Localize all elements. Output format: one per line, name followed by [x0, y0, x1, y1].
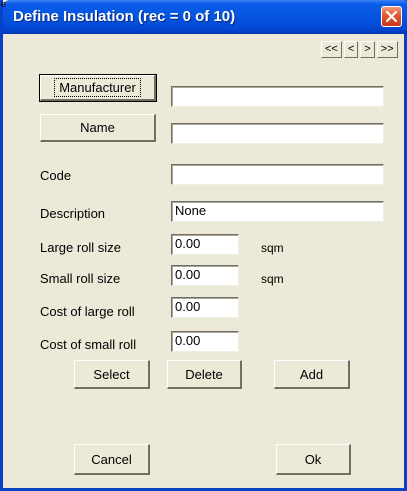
- select-button[interactable]: Select: [74, 360, 150, 389]
- description-field[interactable]: None: [171, 201, 384, 222]
- title-bar[interactable]: Define Insulation (rec = 0 of 10): [3, 0, 407, 34]
- code-field[interactable]: [171, 164, 384, 185]
- name-button[interactable]: Name: [40, 114, 156, 142]
- last-record-button[interactable]: >>: [376, 41, 398, 58]
- next-record-button[interactable]: >: [360, 41, 375, 58]
- small-roll-size-unit: sqm: [261, 272, 284, 286]
- cost-small-roll-label: Cost of small roll: [40, 337, 137, 352]
- cancel-button[interactable]: Cancel: [74, 444, 150, 475]
- delete-button[interactable]: Delete: [167, 360, 242, 389]
- first-record-button[interactable]: <<: [321, 41, 342, 58]
- manufacturer-field[interactable]: [171, 86, 384, 107]
- record-navigator: << < > >>: [321, 41, 398, 58]
- large-roll-size-label: Large roll size: [40, 240, 121, 255]
- cost-large-roll-field[interactable]: 0.00: [171, 297, 239, 318]
- name-field[interactable]: [171, 123, 384, 144]
- add-button[interactable]: Add: [274, 360, 350, 389]
- large-roll-size-unit: sqm: [261, 241, 284, 255]
- code-label: Code: [40, 168, 72, 183]
- define-insulation-dialog: Define Insulation (rec = 0 of 10) << < >…: [0, 0, 407, 491]
- ok-button[interactable]: Ok: [276, 444, 351, 475]
- window-title: Define Insulation (rec = 0 of 10): [13, 8, 236, 25]
- manufacturer-button-label: Manufacturer: [54, 78, 141, 97]
- description-label: Description: [40, 206, 106, 221]
- previous-record-button[interactable]: <: [343, 41, 359, 58]
- close-icon: [386, 11, 397, 22]
- cost-small-roll-field[interactable]: 0.00: [171, 331, 239, 352]
- corner-marker: e: [1, 0, 7, 9]
- manufacturer-button[interactable]: Manufacturer: [39, 74, 157, 102]
- close-button[interactable]: [381, 6, 402, 27]
- large-roll-size-field[interactable]: 0.00: [171, 234, 239, 255]
- small-roll-size-label: Small roll size: [40, 271, 121, 286]
- small-roll-size-field[interactable]: 0.00: [171, 265, 239, 286]
- cost-large-roll-label: Cost of large roll: [40, 304, 135, 319]
